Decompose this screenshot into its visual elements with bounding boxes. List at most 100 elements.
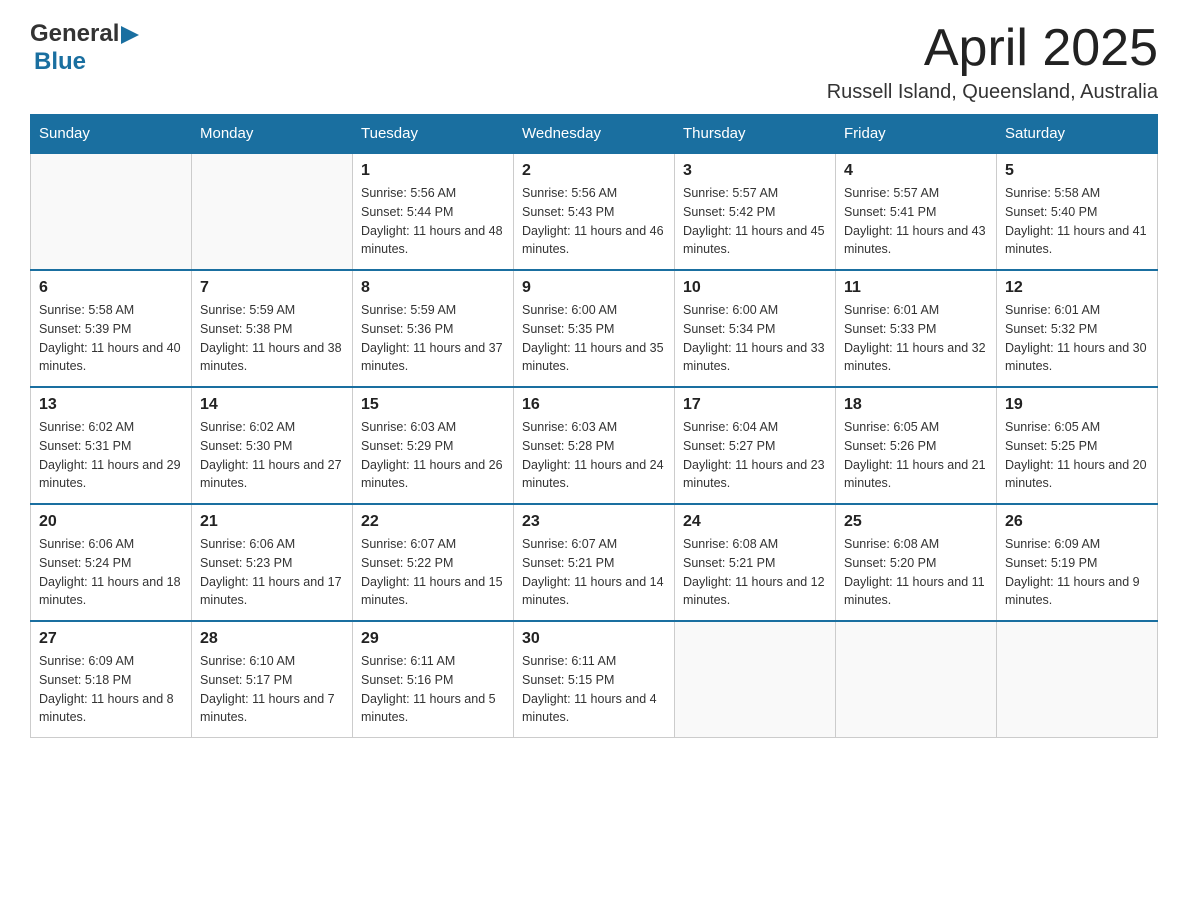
calendar-cell: 5 Sunrise: 5:58 AMSunset: 5:40 PMDaylight… (997, 153, 1158, 270)
sun-info: Sunrise: 5:56 AMSunset: 5:43 PMDaylight:… (522, 184, 666, 259)
sun-info: Sunrise: 6:04 AMSunset: 5:27 PMDaylight:… (683, 418, 827, 493)
sun-info: Sunrise: 5:56 AMSunset: 5:44 PMDaylight:… (361, 184, 505, 259)
calendar-header-sunday: Sunday (31, 115, 192, 154)
sun-info: Sunrise: 6:06 AMSunset: 5:24 PMDaylight:… (39, 535, 183, 610)
calendar-cell: 29 Sunrise: 6:11 AMSunset: 5:16 PMDayligh… (353, 621, 514, 738)
calendar-header-friday: Friday (836, 115, 997, 154)
calendar-cell: 28 Sunrise: 6:10 AMSunset: 5:17 PMDayligh… (192, 621, 353, 738)
sun-info: Sunrise: 6:09 AMSunset: 5:19 PMDaylight:… (1005, 535, 1149, 610)
calendar-cell: 22Sunrise: 6:07 AMSunset: 5:22 PMDayligh… (353, 504, 514, 621)
calendar-cell: 30 Sunrise: 6:11 AMSunset: 5:15 PMDayligh… (514, 621, 675, 738)
sun-info: Sunrise: 6:06 AMSunset: 5:23 PMDaylight:… (200, 535, 344, 610)
day-number: 6 (39, 279, 183, 297)
sun-info: Sunrise: 6:07 AMSunset: 5:21 PMDaylight:… (522, 535, 666, 610)
location-subtitle: Russell Island, Queensland, Australia (827, 81, 1158, 104)
calendar-cell: 9Sunrise: 6:00 AMSunset: 5:35 PMDaylight… (514, 270, 675, 387)
sun-info: Sunrise: 6:01 AMSunset: 5:32 PMDaylight:… (1005, 301, 1149, 376)
day-number: 25 (844, 513, 988, 531)
calendar-cell (997, 621, 1158, 738)
day-number: 4 (844, 162, 988, 180)
calendar-cell: 26 Sunrise: 6:09 AMSunset: 5:19 PMDayligh… (997, 504, 1158, 621)
day-number: 17 (683, 396, 827, 414)
calendar-header-row: SundayMondayTuesdayWednesdayThursdayFrid… (31, 115, 1158, 154)
calendar-cell: 7Sunrise: 5:59 AMSunset: 5:38 PMDaylight… (192, 270, 353, 387)
calendar-cell: 15 Sunrise: 6:03 AMSunset: 5:29 PMDayligh… (353, 387, 514, 504)
calendar-header-wednesday: Wednesday (514, 115, 675, 154)
logo-arrow-icon (121, 26, 143, 44)
day-number: 14 (200, 396, 344, 414)
sun-info: Sunrise: 6:08 AMSunset: 5:21 PMDaylight:… (683, 535, 827, 610)
calendar-cell: 11Sunrise: 6:01 AMSunset: 5:33 PMDayligh… (836, 270, 997, 387)
calendar-cell: 16Sunrise: 6:03 AMSunset: 5:28 PMDayligh… (514, 387, 675, 504)
sun-info: Sunrise: 6:03 AMSunset: 5:29 PMDaylight:… (361, 418, 505, 493)
day-number: 7 (200, 279, 344, 297)
month-year-title: April 2025 (827, 20, 1158, 77)
sun-info: Sunrise: 6:03 AMSunset: 5:28 PMDaylight:… (522, 418, 666, 493)
day-number: 21 (200, 513, 344, 531)
calendar-week-5: 27 Sunrise: 6:09 AMSunset: 5:18 PMDayligh… (31, 621, 1158, 738)
day-number: 24 (683, 513, 827, 531)
sun-info: Sunrise: 6:07 AMSunset: 5:22 PMDaylight:… (361, 535, 505, 610)
sun-info: Sunrise: 6:05 AMSunset: 5:26 PMDaylight:… (844, 418, 988, 493)
calendar-cell: 19 Sunrise: 6:05 AMSunset: 5:25 PMDayligh… (997, 387, 1158, 504)
calendar-week-2: 6 Sunrise: 5:58 AMSunset: 5:39 PMDaylight… (31, 270, 1158, 387)
calendar-header-thursday: Thursday (675, 115, 836, 154)
calendar-week-3: 13Sunrise: 6:02 AMSunset: 5:31 PMDayligh… (31, 387, 1158, 504)
day-number: 30 (522, 630, 666, 648)
sun-info: Sunrise: 5:58 AMSunset: 5:39 PMDaylight:… (39, 301, 183, 376)
sun-info: Sunrise: 6:05 AMSunset: 5:25 PMDaylight:… (1005, 418, 1149, 493)
day-number: 19 (1005, 396, 1149, 414)
day-number: 29 (361, 630, 505, 648)
calendar-cell: 12 Sunrise: 6:01 AMSunset: 5:32 PMDayligh… (997, 270, 1158, 387)
day-number: 12 (1005, 279, 1149, 297)
day-number: 15 (361, 396, 505, 414)
day-number: 18 (844, 396, 988, 414)
calendar-cell: 1Sunrise: 5:56 AMSunset: 5:44 PMDaylight… (353, 153, 514, 270)
sun-info: Sunrise: 6:11 AMSunset: 5:16 PMDaylight:… (361, 652, 505, 727)
calendar-header-tuesday: Tuesday (353, 115, 514, 154)
logo-blue-text: Blue (34, 48, 86, 75)
sun-info: Sunrise: 5:58 AMSunset: 5:40 PMDaylight:… (1005, 184, 1149, 259)
sun-info: Sunrise: 6:10 AMSunset: 5:17 PMDaylight:… (200, 652, 344, 727)
sun-info: Sunrise: 6:11 AMSunset: 5:15 PMDaylight:… (522, 652, 666, 727)
day-number: 26 (1005, 513, 1149, 531)
day-number: 20 (39, 513, 183, 531)
calendar-cell: 14Sunrise: 6:02 AMSunset: 5:30 PMDayligh… (192, 387, 353, 504)
day-number: 28 (200, 630, 344, 648)
sun-info: Sunrise: 5:57 AMSunset: 5:41 PMDaylight:… (844, 184, 988, 259)
sun-info: Sunrise: 5:59 AMSunset: 5:36 PMDaylight:… (361, 301, 505, 376)
calendar-cell (31, 153, 192, 270)
day-number: 9 (522, 279, 666, 297)
logo-general-text: General (30, 20, 119, 48)
calendar-table: SundayMondayTuesdayWednesdayThursdayFrid… (30, 114, 1158, 738)
sun-info: Sunrise: 6:01 AMSunset: 5:33 PMDaylight:… (844, 301, 988, 376)
day-number: 5 (1005, 162, 1149, 180)
calendar-cell: 27 Sunrise: 6:09 AMSunset: 5:18 PMDayligh… (31, 621, 192, 738)
title-block: April 2025 Russell Island, Queensland, A… (827, 20, 1158, 104)
calendar-week-4: 20 Sunrise: 6:06 AMSunset: 5:24 PMDayligh… (31, 504, 1158, 621)
day-number: 2 (522, 162, 666, 180)
calendar-cell (836, 621, 997, 738)
calendar-week-1: 1Sunrise: 5:56 AMSunset: 5:44 PMDaylight… (31, 153, 1158, 270)
calendar-cell: 23 Sunrise: 6:07 AMSunset: 5:21 PMDayligh… (514, 504, 675, 621)
calendar-header-saturday: Saturday (997, 115, 1158, 154)
sun-info: Sunrise: 6:09 AMSunset: 5:18 PMDaylight:… (39, 652, 183, 727)
day-number: 8 (361, 279, 505, 297)
calendar-cell: 13Sunrise: 6:02 AMSunset: 5:31 PMDayligh… (31, 387, 192, 504)
sun-info: Sunrise: 6:00 AMSunset: 5:34 PMDaylight:… (683, 301, 827, 376)
calendar-cell: 21 Sunrise: 6:06 AMSunset: 5:23 PMDayligh… (192, 504, 353, 621)
calendar-cell: 2 Sunrise: 5:56 AMSunset: 5:43 PMDaylight… (514, 153, 675, 270)
calendar-cell: 3 Sunrise: 5:57 AMSunset: 5:42 PMDaylight… (675, 153, 836, 270)
calendar-cell: 8 Sunrise: 5:59 AMSunset: 5:36 PMDaylight… (353, 270, 514, 387)
sun-info: Sunrise: 5:57 AMSunset: 5:42 PMDaylight:… (683, 184, 827, 259)
day-number: 27 (39, 630, 183, 648)
calendar-cell: 10Sunrise: 6:00 AMSunset: 5:34 PMDayligh… (675, 270, 836, 387)
day-number: 3 (683, 162, 827, 180)
calendar-header-monday: Monday (192, 115, 353, 154)
logo: General Blue (30, 20, 143, 76)
calendar-cell: 24 Sunrise: 6:08 AMSunset: 5:21 PMDayligh… (675, 504, 836, 621)
calendar-cell: 20 Sunrise: 6:06 AMSunset: 5:24 PMDayligh… (31, 504, 192, 621)
day-number: 23 (522, 513, 666, 531)
calendar-cell: 17 Sunrise: 6:04 AMSunset: 5:27 PMDayligh… (675, 387, 836, 504)
sun-info: Sunrise: 6:08 AMSunset: 5:20 PMDaylight:… (844, 535, 988, 610)
